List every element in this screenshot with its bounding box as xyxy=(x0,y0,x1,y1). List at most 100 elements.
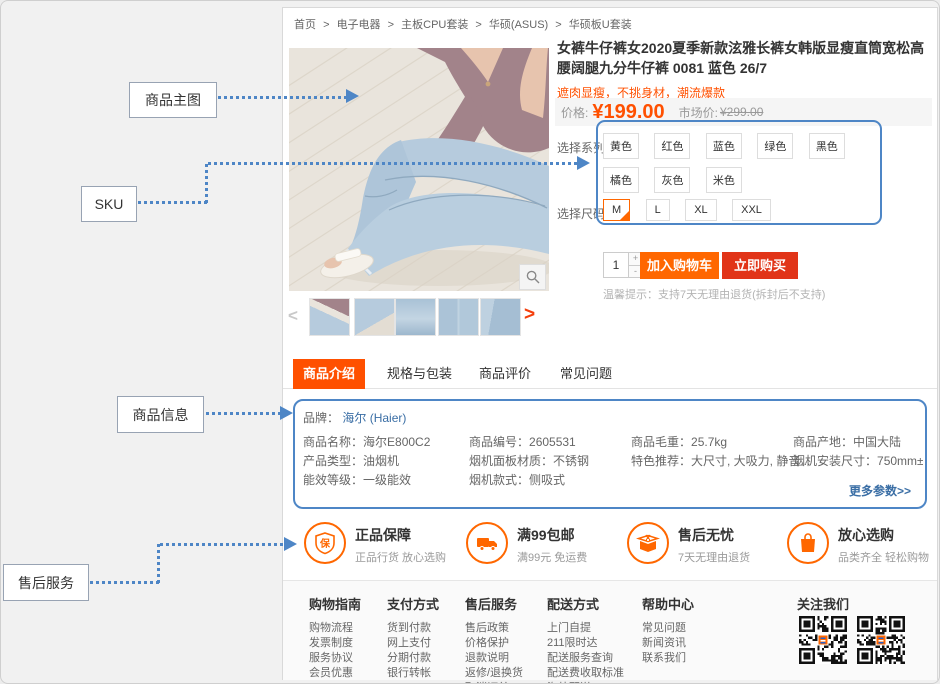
thumbnail-4[interactable] xyxy=(438,298,479,336)
footer-link[interactable]: 配送服务查询 xyxy=(547,651,624,666)
tab-spec-package[interactable]: 规格与包装 xyxy=(377,359,462,389)
footer-link[interactable]: 货到付款 xyxy=(387,621,439,636)
service-guarantee-bar: 保 正品保障 正品行货 放心选购 xyxy=(283,510,937,580)
product-main-image[interactable] xyxy=(289,48,549,291)
spec-column-1: 商品名称：海尔E800C2 产品类型：油烟机 能效等级：一级能效 xyxy=(303,433,430,490)
thumbnail-3[interactable] xyxy=(395,298,436,336)
footer-link[interactable]: 上门自提 xyxy=(547,621,624,636)
footer-follow-title: 关注我们 xyxy=(797,594,849,613)
page: 首页 > 电子电器 > 主板CPU套装 > 华硕(ASUS) > 华硕板U套装 xyxy=(0,0,940,684)
spec-item: 烟机安装尺寸：750mm±50mm (烟... xyxy=(793,452,923,471)
brand-label: 品牌： xyxy=(303,411,339,425)
thumbs-next-button[interactable]: > xyxy=(524,304,535,326)
series-options: 黄色 红色 蓝色 绿色 黑色 橘色 灰色 米色 xyxy=(603,133,893,201)
gift-icon xyxy=(627,522,669,564)
footer-link[interactable]: 服务协议 xyxy=(309,651,361,666)
series-option-yellow[interactable]: 黄色 xyxy=(603,133,639,159)
series-option-blue[interactable]: 蓝色 xyxy=(706,133,742,159)
spec-column-4: 商品产地：中国大陆 烟机安装尺寸：750mm±50mm (烟... xyxy=(793,433,923,471)
breadcrumb-category-1[interactable]: 电子电器 xyxy=(337,19,381,31)
annotation-arrowhead xyxy=(280,406,293,420)
series-option-red[interactable]: 红色 xyxy=(654,133,690,159)
qr-code xyxy=(799,616,847,664)
breadcrumb: 首页 > 电子电器 > 主板CPU套装 > 华硕(ASUS) > 华硕板U套装 xyxy=(294,16,636,32)
breadcrumb-brand[interactable]: 华硕(ASUS) xyxy=(489,19,548,31)
footer-link[interactable]: 售后政策 xyxy=(465,621,523,636)
footer-column-payment: 支付方式 货到付款 网上支付 分期付款 银行转帐 xyxy=(387,594,439,681)
magnifier-icon xyxy=(526,270,540,284)
footer-link[interactable]: 网上支付 xyxy=(387,636,439,651)
series-option-black[interactable]: 黑色 xyxy=(809,133,845,159)
size-option-m-selected[interactable]: M xyxy=(603,199,630,221)
product-photo-art xyxy=(289,48,549,291)
detail-tabs: 商品介绍 规格与包装 商品评价 常见问题 xyxy=(283,359,937,389)
tab-faq[interactable]: 常见问题 xyxy=(550,359,622,389)
size-option-xxl[interactable]: XXL xyxy=(732,199,771,221)
qr-code xyxy=(857,616,905,664)
footer-column-title: 售后服务 xyxy=(465,594,523,613)
quantity-input[interactable] xyxy=(603,252,629,278)
spec-item: 烟机面板材质：不锈钢 xyxy=(469,452,589,471)
spec-item: 商品毛重：25.7kg xyxy=(631,433,810,452)
breadcrumb-category-2[interactable]: 主板CPU套装 xyxy=(401,19,468,31)
breadcrumb-home[interactable]: 首页 xyxy=(294,19,316,31)
annotation-arrow-line xyxy=(218,96,346,99)
site-footer: 购物指南 购物流程 发票制度 服务协议 会员优惠 支付方式 货到付款 网上支付 … xyxy=(283,580,937,680)
more-params-link[interactable]: 更多参数>> xyxy=(849,482,911,499)
image-zoom-button[interactable] xyxy=(519,264,546,290)
market-price-value: ¥299.00 xyxy=(720,105,763,119)
annotation-arrow-line xyxy=(90,581,160,584)
breadcrumb-separator: > xyxy=(555,19,561,31)
thumbs-prev-button[interactable]: < xyxy=(288,306,298,326)
service-title: 正品保障 xyxy=(355,525,446,545)
breadcrumb-separator: > xyxy=(475,19,481,31)
series-option-orange[interactable]: 橘色 xyxy=(603,167,639,193)
footer-link[interactable]: 配送费收取标准 xyxy=(547,666,624,681)
spec-item: 产品类型：油烟机 xyxy=(303,452,430,471)
footer-column-title: 配送方式 xyxy=(547,594,624,613)
spec-item: 商品产地：中国大陆 xyxy=(793,433,923,452)
series-option-gray[interactable]: 灰色 xyxy=(654,167,690,193)
footer-link[interactable]: 价格保护 xyxy=(465,636,523,651)
brand-row: 品牌： 海尔 (Haier) xyxy=(303,409,406,426)
footer-column-aftersale: 售后服务 售后政策 价格保护 退款说明 返修/退换货 取消订单 xyxy=(465,594,523,684)
footer-link[interactable]: 会员优惠 xyxy=(309,666,361,681)
thumbnail-1[interactable] xyxy=(309,298,350,336)
size-option-xl[interactable]: XL xyxy=(685,199,716,221)
series-option-beige[interactable]: 米色 xyxy=(706,167,742,193)
footer-link[interactable]: 联系我们 xyxy=(642,651,694,666)
thumbnail-5[interactable] xyxy=(480,298,521,336)
annotation-label-main-image: 商品主图 xyxy=(129,82,217,118)
spec-item: 能效等级：一级能效 xyxy=(303,471,430,490)
footer-column-help: 帮助中心 常见问题 新闻资讯 联系我们 xyxy=(642,594,694,666)
footer-column-delivery: 配送方式 上门自提 211限时达 配送服务查询 配送费收取标准 海外配送 xyxy=(547,594,624,684)
spec-column-3: 商品毛重：25.7kg 特色推荐：大尺寸, 大吸力, 静音... xyxy=(631,433,810,471)
bag-icon xyxy=(787,522,829,564)
footer-link[interactable]: 常见问题 xyxy=(642,621,694,636)
brand-link[interactable]: 海尔 (Haier) xyxy=(342,411,406,425)
add-to-cart-button[interactable]: 加入购物车 xyxy=(640,252,719,279)
footer-link[interactable]: 分期付款 xyxy=(387,651,439,666)
tab-reviews[interactable]: 商品评价 xyxy=(469,359,541,389)
footer-link[interactable]: 新闻资讯 xyxy=(642,636,694,651)
product-title: 女裤牛仔裤女2020夏季新款泫雅长裤女韩版显瘦直筒宽松高腰阔腿九分牛仔裤 008… xyxy=(557,38,931,78)
footer-link[interactable]: 银行转帐 xyxy=(387,666,439,681)
thumbnail-strip: < > xyxy=(283,296,557,338)
warm-tip-text: 温馨提示：支持7天无理由退货(拆封后不支持) xyxy=(603,286,825,302)
service-free-shipping: 满99包邮 满99元 免运费 xyxy=(466,522,587,565)
footer-link[interactable]: 退款说明 xyxy=(465,651,523,666)
annotation-arrowhead xyxy=(346,89,359,103)
footer-link[interactable]: 发票制度 xyxy=(309,636,361,651)
thumbnail-2[interactable] xyxy=(354,298,395,336)
footer-link[interactable]: 211限时达 xyxy=(547,636,624,651)
footer-link[interactable]: 购物流程 xyxy=(309,621,361,636)
size-option-l[interactable]: L xyxy=(646,199,670,221)
service-authentic: 保 正品保障 正品行货 放心选购 xyxy=(304,522,446,565)
footer-link[interactable]: 返修/退换货 xyxy=(465,666,523,681)
svg-text:保: 保 xyxy=(319,537,331,550)
product-page-card: 首页 > 电子电器 > 主板CPU套装 > 华硕(ASUS) > 华硕板U套装 xyxy=(282,7,938,680)
tab-product-intro[interactable]: 商品介绍 xyxy=(293,359,365,389)
buy-now-button[interactable]: 立即购买 xyxy=(722,252,798,279)
annotation-arrow-line xyxy=(205,164,208,204)
series-option-green[interactable]: 绿色 xyxy=(757,133,793,159)
